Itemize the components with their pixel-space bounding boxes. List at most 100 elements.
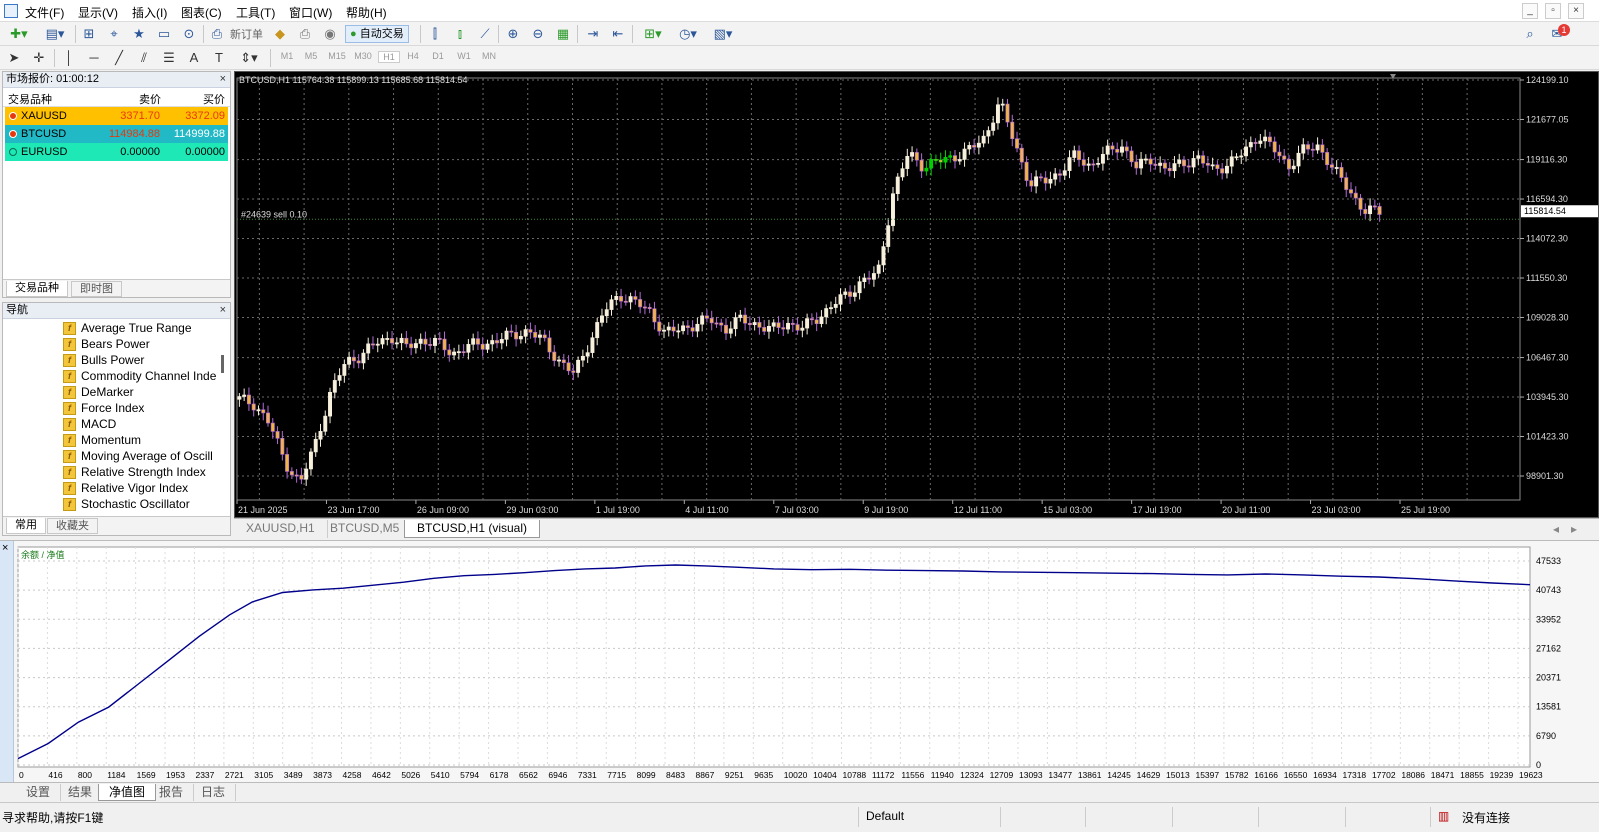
zoom-out-icon[interactable]: ⊖: [528, 25, 548, 43]
market-watch-row[interactable]: EURUSD 0.00000 0.00000: [5, 143, 228, 161]
print-icon[interactable]: ⎙: [295, 25, 315, 43]
chart-tab-btcusd-h1-visual[interactable]: BTCUSD,H1 (visual): [404, 520, 541, 538]
navigator-item[interactable]: f Average True Range: [3, 320, 221, 336]
close-icon[interactable]: ×: [1568, 3, 1584, 19]
candlestick-icon[interactable]: ⫾: [450, 25, 470, 43]
candle: [1349, 189, 1353, 194]
menu-view[interactable]: 显示(V): [78, 4, 118, 21]
periods-icon[interactable]: ◷▾: [673, 25, 703, 43]
tab-journal[interactable]: 日志: [191, 784, 237, 801]
close-icon[interactable]: ×: [220, 72, 226, 87]
close-icon[interactable]: ×: [220, 303, 226, 318]
channel-icon[interactable]: ⫽: [134, 49, 154, 67]
menu-help[interactable]: 帮助(H): [346, 4, 387, 21]
strategy-tester-panel: × 47533 40743 33952 27162 20371 13581 6790 0 0 41…: [0, 540, 1599, 783]
navigator-icon[interactable]: ★: [129, 25, 149, 43]
candle: [475, 338, 480, 345]
timeframe-m1[interactable]: M1: [276, 51, 298, 61]
navigator-item[interactable]: f Relative Vigor Index: [3, 480, 221, 496]
timeframe-mn[interactable]: MN: [478, 51, 500, 61]
equity-x-tick-label: 2337: [195, 770, 214, 780]
minimize-icon[interactable]: _: [1522, 3, 1538, 19]
vertical-line-icon[interactable]: │: [59, 49, 79, 67]
new-order-icon[interactable]: ⎙: [207, 25, 227, 43]
menu-file[interactable]: 文件(F): [25, 4, 64, 21]
tab-report[interactable]: 报告: [149, 784, 195, 801]
navigator-scrollbar[interactable]: [221, 355, 224, 373]
tab-scroll-left-icon[interactable]: ◂: [1553, 522, 1559, 536]
tab-symbols[interactable]: 交易品种: [6, 281, 68, 297]
chart-tab-btcusd-m5[interactable]: BTCUSD,M5: [318, 520, 413, 538]
candle: [370, 343, 375, 346]
menu-window[interactable]: 窗口(W): [289, 4, 332, 21]
auto-trading-button[interactable]: ● 自动交易: [345, 25, 409, 43]
navigator-item[interactable]: f DeMarker: [3, 384, 221, 400]
menu-charts[interactable]: 图表(C): [181, 4, 222, 21]
candle: [299, 474, 304, 480]
horizontal-line-icon[interactable]: ─: [84, 49, 104, 67]
menu-insert[interactable]: 插入(I): [132, 4, 167, 21]
templates-icon[interactable]: ▧▾: [708, 25, 738, 43]
new-chart-icon[interactable]: ✚▾: [4, 25, 34, 43]
navigator-item[interactable]: f Stochastic Oscillator: [3, 496, 221, 512]
tab-graph[interactable]: 净值图: [98, 784, 157, 801]
indicators-icon[interactable]: ⊞▾: [638, 25, 668, 43]
market-watch-icon[interactable]: ⊞: [79, 25, 99, 43]
column-ask[interactable]: 买价: [203, 91, 225, 107]
navigator-item[interactable]: f MACD: [3, 416, 221, 432]
tab-common[interactable]: 常用: [6, 518, 46, 534]
menu-tools[interactable]: 工具(T): [236, 4, 275, 21]
data-window-icon[interactable]: ⌖: [104, 25, 124, 43]
timeframe-m30[interactable]: M30: [352, 51, 374, 61]
navigator-item[interactable]: f Force Index: [3, 400, 221, 416]
tab-settings[interactable]: 设置: [16, 784, 62, 801]
navigator-item[interactable]: f Bulls Power: [3, 352, 221, 368]
label-icon[interactable]: T: [209, 49, 229, 67]
strategy-tester-icon[interactable]: ⊙: [179, 25, 199, 43]
column-bid[interactable]: 卖价: [139, 91, 161, 107]
candle: [499, 339, 504, 344]
text-icon[interactable]: A: [184, 49, 204, 67]
market-watch-row[interactable]: BTCUSD 114984.88 114999.88: [5, 125, 228, 143]
zoom-in-icon[interactable]: ⊕: [503, 25, 523, 43]
cursor-icon[interactable]: ➤: [4, 49, 24, 67]
signals-icon[interactable]: ◉: [320, 25, 340, 43]
timeframe-h1[interactable]: H1: [378, 51, 400, 63]
navigator-item[interactable]: f Bears Power: [3, 336, 221, 352]
new-order-button[interactable]: 新订单: [230, 26, 263, 42]
navigator-item[interactable]: f Relative Strength Index: [3, 464, 221, 480]
close-icon[interactable]: ×: [2, 542, 8, 554]
navigator-item[interactable]: f Commodity Channel Inde: [3, 368, 221, 384]
search-icon[interactable]: ⌕: [1520, 25, 1540, 43]
tab-scroll-right-icon[interactable]: ▸: [1571, 522, 1577, 536]
terminal-icon[interactable]: ▭: [154, 25, 174, 43]
profiles-icon[interactable]: ▤▾: [40, 25, 70, 43]
bar-chart-icon[interactable]: ⫿: [425, 25, 445, 43]
arrows-icon[interactable]: ⇕▾: [234, 49, 264, 67]
tab-results[interactable]: 结果: [58, 784, 104, 801]
navigator-item[interactable]: f Moving Average of Oscill: [3, 448, 221, 464]
market-watch-row[interactable]: XAUUSD 3371.70 3372.09: [5, 107, 228, 125]
timeframe-h4[interactable]: H4: [402, 51, 424, 61]
column-symbol[interactable]: 交易品种: [8, 91, 52, 107]
crosshair-icon[interactable]: ✛: [29, 49, 49, 67]
line-chart-icon[interactable]: ⟋: [475, 25, 495, 43]
trendline-icon[interactable]: ╱: [109, 49, 129, 67]
navigator-item[interactable]: f Momentum: [3, 432, 221, 448]
chart-tab-xauusd-h1[interactable]: XAUUSD,H1: [234, 520, 328, 538]
timeframe-m5[interactable]: M5: [300, 51, 322, 61]
navigator-panel: 导航 × f Average True Range f Bears Power f Bul…: [2, 302, 231, 536]
metaeditor-icon[interactable]: ◆: [270, 25, 290, 43]
timeframe-d1[interactable]: D1: [427, 51, 449, 61]
tile-windows-icon[interactable]: ▦: [553, 25, 573, 43]
chart-shift-icon[interactable]: ⇥: [583, 25, 603, 43]
price-chart[interactable]: 124199.10 121677.05 119116.30 116594.30 1140…: [234, 71, 1599, 518]
notifications-icon[interactable]: ✉ 1: [1546, 24, 1570, 43]
tab-tick-chart[interactable]: 即时图: [71, 281, 122, 297]
timeframe-w1[interactable]: W1: [453, 51, 475, 61]
restore-icon[interactable]: ▫: [1545, 3, 1561, 19]
auto-scroll-icon[interactable]: ⇤: [608, 25, 628, 43]
timeframe-m15[interactable]: M15: [326, 51, 348, 61]
tab-favorites[interactable]: 收藏夹: [47, 518, 98, 534]
fibonacci-icon[interactable]: ☰: [159, 49, 179, 67]
